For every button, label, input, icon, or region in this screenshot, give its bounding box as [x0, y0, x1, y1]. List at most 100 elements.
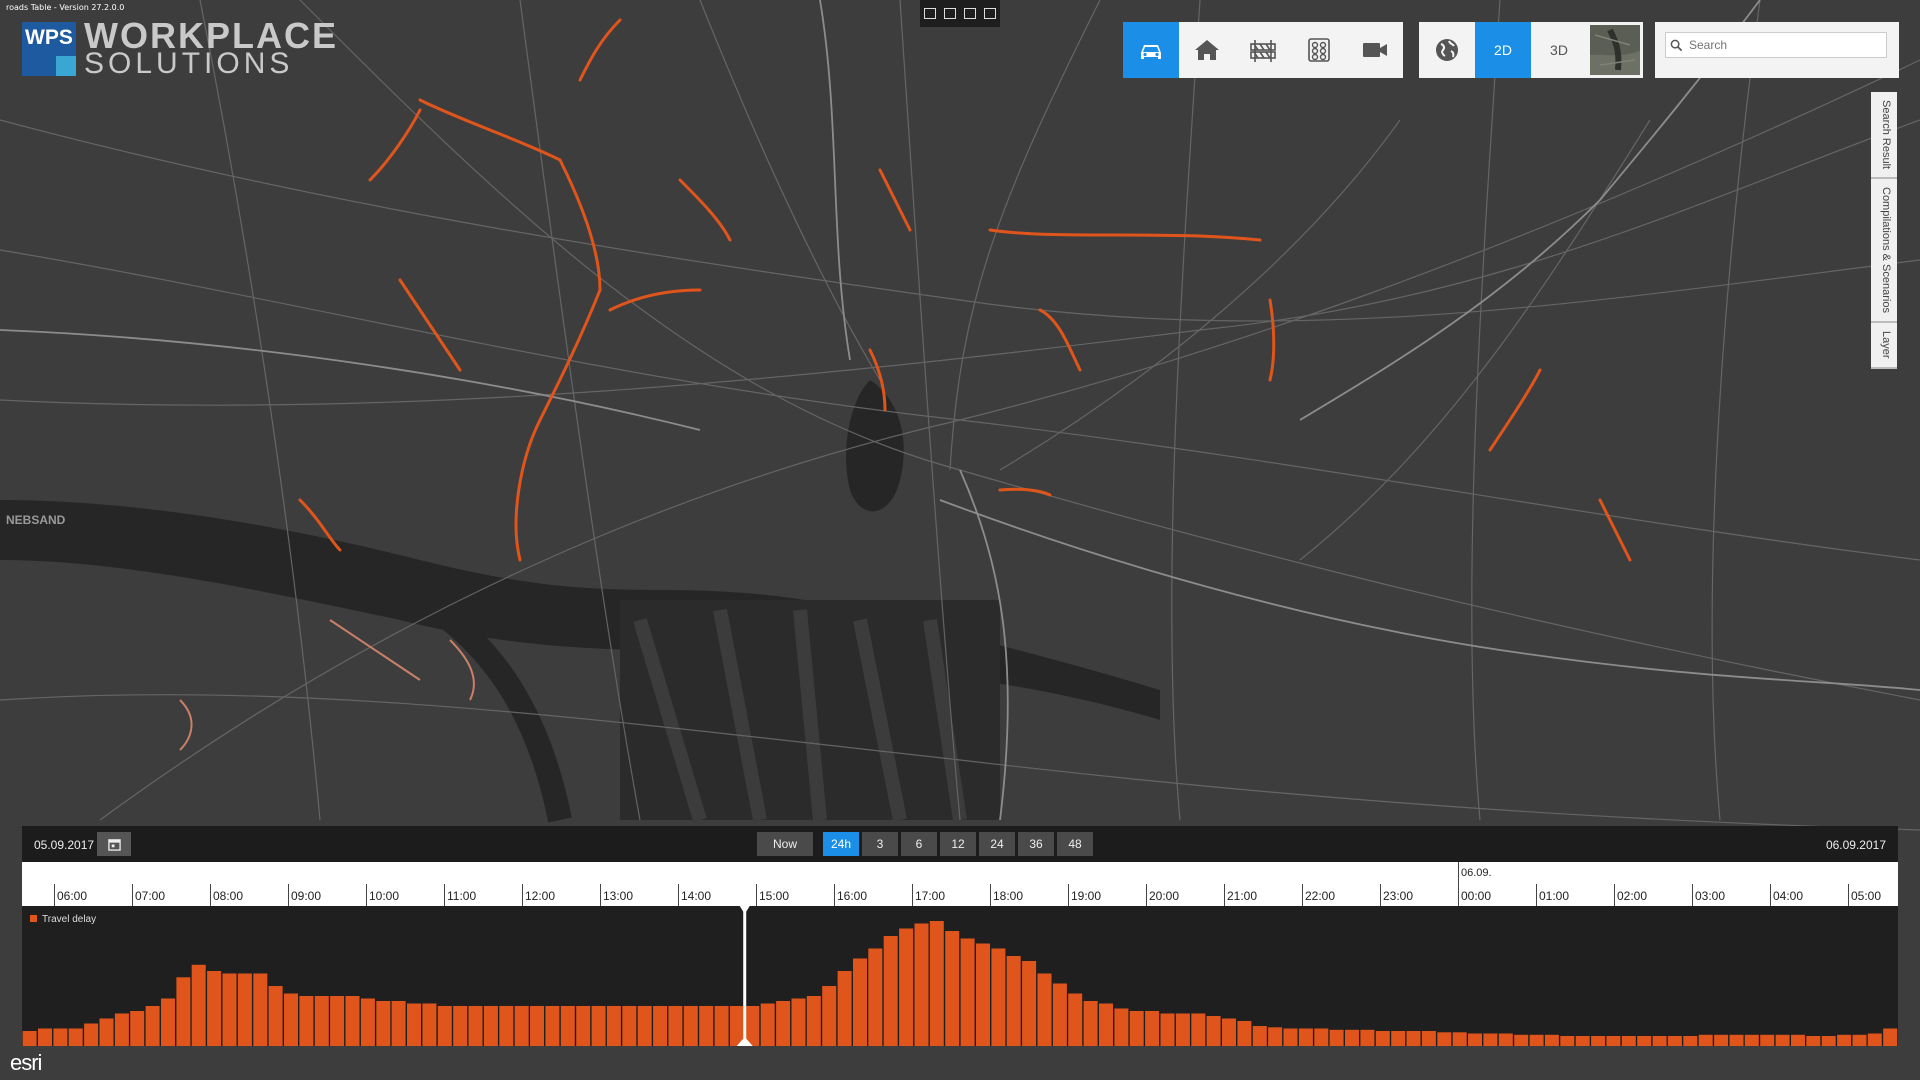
delay-bar: [1360, 1029, 1375, 1046]
ruler-hour-label: 05:00: [1851, 889, 1882, 903]
delay-bar: [407, 1003, 421, 1046]
time-ruler[interactable]: 06:00 07:00 08:00 09:00 10:00 11:00 12:00 13:00…: [22, 862, 1898, 906]
delay-bar: [1483, 1033, 1498, 1046]
delay-bar: [1867, 1033, 1882, 1046]
ruler-hour-label: 19:00: [1071, 889, 1102, 903]
view-3d-button[interactable]: 3D: [1531, 22, 1587, 78]
pointer-icon[interactable]: [944, 8, 956, 19]
ruler-tick: [990, 884, 991, 906]
delay-bar: [1191, 1013, 1206, 1046]
layer-toolbar: [1123, 22, 1403, 78]
ruler-hour-label: 02:00: [1617, 889, 1648, 903]
delay-bar: [299, 996, 314, 1046]
delay-bar: [422, 1003, 437, 1046]
delay-bar: [1375, 1031, 1390, 1046]
car-icon: [1141, 45, 1161, 59]
range-24h-button[interactable]: 24h: [823, 832, 859, 856]
delay-bar: [499, 1006, 514, 1046]
logo-line1: WORKPLACE: [84, 15, 338, 56]
travel-delay-chart[interactable]: Travel delay: [22, 906, 1898, 1046]
satellite-thumbnail: [1590, 25, 1640, 75]
traffic-light-icon: [1308, 38, 1330, 62]
search-field[interactable]: [1665, 32, 1887, 58]
delay-bar: [38, 1028, 52, 1046]
delay-bar: [837, 971, 852, 1046]
traffic-light-button[interactable]: [1291, 22, 1347, 78]
delay-bar: [360, 998, 375, 1046]
delay-bar: [1652, 1036, 1667, 1046]
delay-bar: [99, 1018, 114, 1046]
home-button[interactable]: [1179, 22, 1235, 78]
search-input[interactable]: [1687, 37, 1881, 53]
range-24-button[interactable]: 24: [979, 832, 1015, 856]
delay-bar: [883, 936, 898, 1046]
delay-bar: [760, 1003, 775, 1046]
globe-button[interactable]: [1419, 22, 1475, 78]
delay-bar: [791, 998, 806, 1046]
delay-bar: [745, 1006, 760, 1046]
delay-bar: [1821, 1036, 1836, 1046]
basemap-button[interactable]: [1587, 22, 1643, 78]
tab-search-result[interactable]: Search Result: [1871, 92, 1897, 180]
delay-bar: [314, 996, 329, 1046]
ruler-tick: [678, 884, 679, 906]
delay-bar: [237, 973, 252, 1046]
delay-bar: [868, 948, 883, 1046]
roadwork-button[interactable]: [1235, 22, 1291, 78]
camera-button[interactable]: [1347, 22, 1403, 78]
ruler-hour-label: 04:00: [1773, 889, 1804, 903]
delay-bar: [1037, 973, 1052, 1046]
tab-layer[interactable]: Layer: [1871, 323, 1897, 369]
delay-bar: [1883, 1028, 1898, 1046]
ruler-tick: [210, 884, 211, 906]
delay-bar: [560, 1006, 575, 1046]
range-36-button[interactable]: 36: [1018, 832, 1054, 856]
delay-bar: [1468, 1033, 1482, 1046]
delay-bar: [576, 1006, 591, 1046]
delay-bar: [514, 1006, 529, 1046]
delay-bar: [1698, 1034, 1713, 1046]
delay-bar: [1744, 1034, 1759, 1046]
view-2d-button[interactable]: 2D: [1475, 22, 1531, 78]
range-3-button[interactable]: 3: [862, 832, 898, 856]
frame-icon[interactable]: [964, 8, 976, 19]
roadwork-barrier-icon: [1250, 40, 1276, 62]
delay-bar: [453, 1006, 468, 1046]
calendar-button[interactable]: [97, 832, 131, 856]
move-icon[interactable]: [984, 8, 996, 19]
delay-bar: [1529, 1034, 1544, 1046]
ruler-tick: [1692, 884, 1693, 906]
delay-bar: [161, 998, 175, 1046]
delay-bar: [1606, 1036, 1621, 1046]
ruler-hour-label: 08:00: [213, 889, 244, 903]
delay-bar: [622, 1006, 637, 1046]
ruler-tick: [1224, 884, 1225, 906]
delay-bar: [822, 986, 837, 1046]
tab-compilations-scenarios[interactable]: Compilations & Scenarios: [1871, 179, 1897, 324]
delay-bar: [1099, 1003, 1113, 1046]
legend-label: Travel delay: [42, 914, 96, 925]
select-icon[interactable]: [924, 8, 936, 19]
delay-bar: [606, 1006, 621, 1046]
delay-bar: [530, 1006, 544, 1046]
ruler-tick: [1614, 884, 1615, 906]
range-now-button[interactable]: Now: [757, 832, 813, 856]
delay-bar: [1683, 1036, 1698, 1046]
ruler-tick: [756, 884, 757, 906]
car-button[interactable]: [1123, 22, 1179, 78]
delay-bar: [1714, 1034, 1729, 1046]
delay-bar: [84, 1023, 99, 1046]
ruler-tick: [1848, 884, 1849, 906]
delay-bar: [1145, 1011, 1160, 1046]
ruler-hour-label: 12:00: [525, 889, 556, 903]
delay-bar: [1022, 961, 1037, 1046]
ruler-hour-label: 07:00: [135, 889, 166, 903]
ruler-tick: [444, 884, 445, 906]
delay-bar: [1329, 1029, 1344, 1046]
range-6-button[interactable]: 6: [901, 832, 937, 856]
delay-bar: [114, 1013, 129, 1046]
range-48-button[interactable]: 48: [1057, 832, 1093, 856]
home-icon: [1195, 40, 1219, 60]
range-12-button[interactable]: 12: [940, 832, 976, 856]
delay-bar: [1006, 956, 1021, 1046]
